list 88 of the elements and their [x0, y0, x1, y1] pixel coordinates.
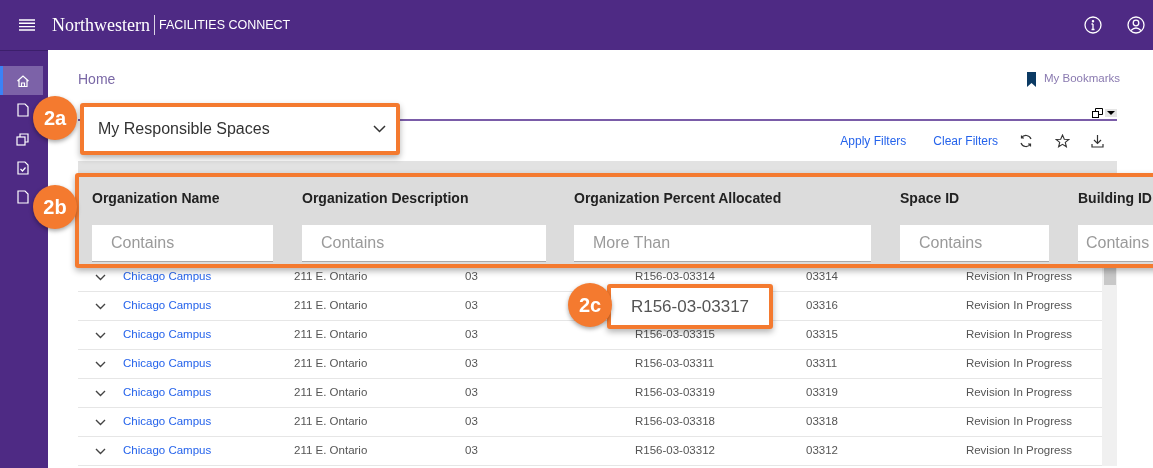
table-cell: 03 [465, 328, 478, 341]
home-icon [16, 73, 30, 88]
filter-field[interactable]: Contains [1078, 225, 1153, 262]
table-cell: Revision In Progress [965, 386, 1072, 399]
table-cell: 03 [465, 299, 478, 312]
table-cell: 211 E. Ontario [294, 357, 368, 370]
info-icon[interactable] [1084, 16, 1102, 34]
breadcrumb-link[interactable]: Home [78, 68, 116, 90]
organization-link[interactable]: Chicago Campus [123, 328, 212, 341]
expand-chevron-icon[interactable] [95, 418, 106, 426]
filter-link[interactable]: Clear Filters [933, 132, 998, 150]
table-cell: 03314 [806, 270, 838, 283]
expand-chevron-icon[interactable] [95, 360, 106, 368]
download-icon[interactable] [1091, 134, 1104, 148]
restore-icon[interactable] [1092, 107, 1103, 118]
expand-chevron-icon[interactable] [95, 447, 106, 455]
expand-chevron-icon[interactable] [95, 331, 106, 339]
user-icon[interactable] [1127, 16, 1145, 34]
table-cell: R156-03-03318 [635, 415, 715, 428]
table-cell: Revision In Progress [965, 270, 1072, 283]
organization-link[interactable]: Chicago Campus [123, 444, 212, 457]
view-dropdown[interactable]: My Responsible Spaces [80, 103, 400, 155]
table-cell: Revision In Progress [965, 357, 1072, 370]
filter-field[interactable]: Contains [302, 225, 546, 262]
column-heading: Organization Description [302, 189, 470, 208]
table-cell: 211 E. Ontario [294, 299, 368, 312]
sidebar-item[interactable] [15, 159, 31, 176]
table-cell: 03318 [806, 415, 838, 428]
sidebar-item[interactable] [15, 101, 31, 118]
expand-chevron-icon[interactable] [95, 389, 106, 397]
organization-link[interactable]: Chicago Campus [123, 357, 212, 370]
callout-badge: 2c [568, 283, 612, 327]
document-icon [17, 102, 29, 117]
table-cell: R156-03-03314 [635, 270, 715, 283]
table-cell: 211 E. Ontario [294, 328, 368, 341]
filter-field[interactable]: More Than [574, 225, 871, 262]
column-heading: Space ID [900, 189, 961, 208]
organization-link[interactable]: Chicago Campus [123, 299, 212, 312]
table-cell: Revision In Progress [965, 328, 1072, 341]
organization-link[interactable]: Chicago Campus [123, 386, 212, 399]
dropdown-caret-icon[interactable] [1105, 108, 1117, 117]
expand-chevron-icon[interactable] [95, 302, 106, 310]
menu-icon[interactable] [19, 19, 35, 31]
sidebar-item[interactable] [0, 66, 43, 95]
organization-link[interactable]: Chicago Campus [123, 415, 212, 428]
column-heading: Organization Percent Allocated [574, 189, 783, 208]
star-icon[interactable] [1055, 134, 1070, 148]
table-cell: R156-03-03319 [635, 386, 715, 399]
chevron-down-icon [373, 125, 386, 133]
table-cell: 211 E. Ontario [294, 270, 368, 283]
table-cell: 03 [465, 270, 478, 283]
logo-wordmark: Northwestern [52, 13, 150, 37]
copy-icon [16, 131, 30, 146]
column-heading: Building ID [1078, 189, 1153, 208]
table-cell: Revision In Progress [965, 444, 1072, 457]
table-cell: 03 [465, 415, 478, 428]
expand-chevron-icon[interactable] [95, 273, 106, 281]
table-cell: 03315 [806, 328, 838, 341]
column-heading: Organization Name [92, 189, 221, 208]
document-icon [17, 189, 29, 204]
table-cell: 211 E. Ontario [294, 386, 368, 399]
table-cell: Revision In Progress [965, 415, 1072, 428]
refresh-icon[interactable] [1019, 134, 1033, 148]
organization-link[interactable]: Chicago Campus [123, 270, 212, 283]
filter-field[interactable]: Contains [900, 225, 1049, 262]
table-cell: 03311 [806, 357, 838, 370]
scrollbar[interactable] [1102, 268, 1117, 466]
bookmark-icon [1026, 71, 1036, 87]
sidebar-item[interactable] [15, 130, 31, 147]
table-cell: 211 E. Ontario [294, 444, 368, 457]
app-name: FACILITIES CONNECT [159, 16, 291, 34]
table-cell: 03 [465, 357, 478, 370]
table-cell: R156-03-03311 [635, 357, 715, 370]
table-cell: R156-03-03315 [635, 328, 715, 341]
table-cell: Revision In Progress [965, 299, 1072, 312]
table-cell: 03312 [806, 444, 838, 457]
bookmarks-link[interactable]: My Bookmarks [1026, 70, 1120, 88]
table-cell: 03 [465, 444, 478, 457]
table-cell: 03319 [806, 386, 838, 399]
document-check-icon [17, 160, 29, 175]
filter-field[interactable]: Contains [92, 225, 273, 262]
table-cell: R156-03-03312 [635, 444, 715, 457]
sidebar-item[interactable] [15, 188, 31, 205]
table-cell: 03 [465, 386, 478, 399]
filter-link[interactable]: Apply Filters [840, 132, 907, 150]
callout-badge: 2a [33, 96, 77, 140]
table-cell: 211 E. Ontario [294, 415, 368, 428]
table-cell: 03316 [806, 299, 838, 312]
